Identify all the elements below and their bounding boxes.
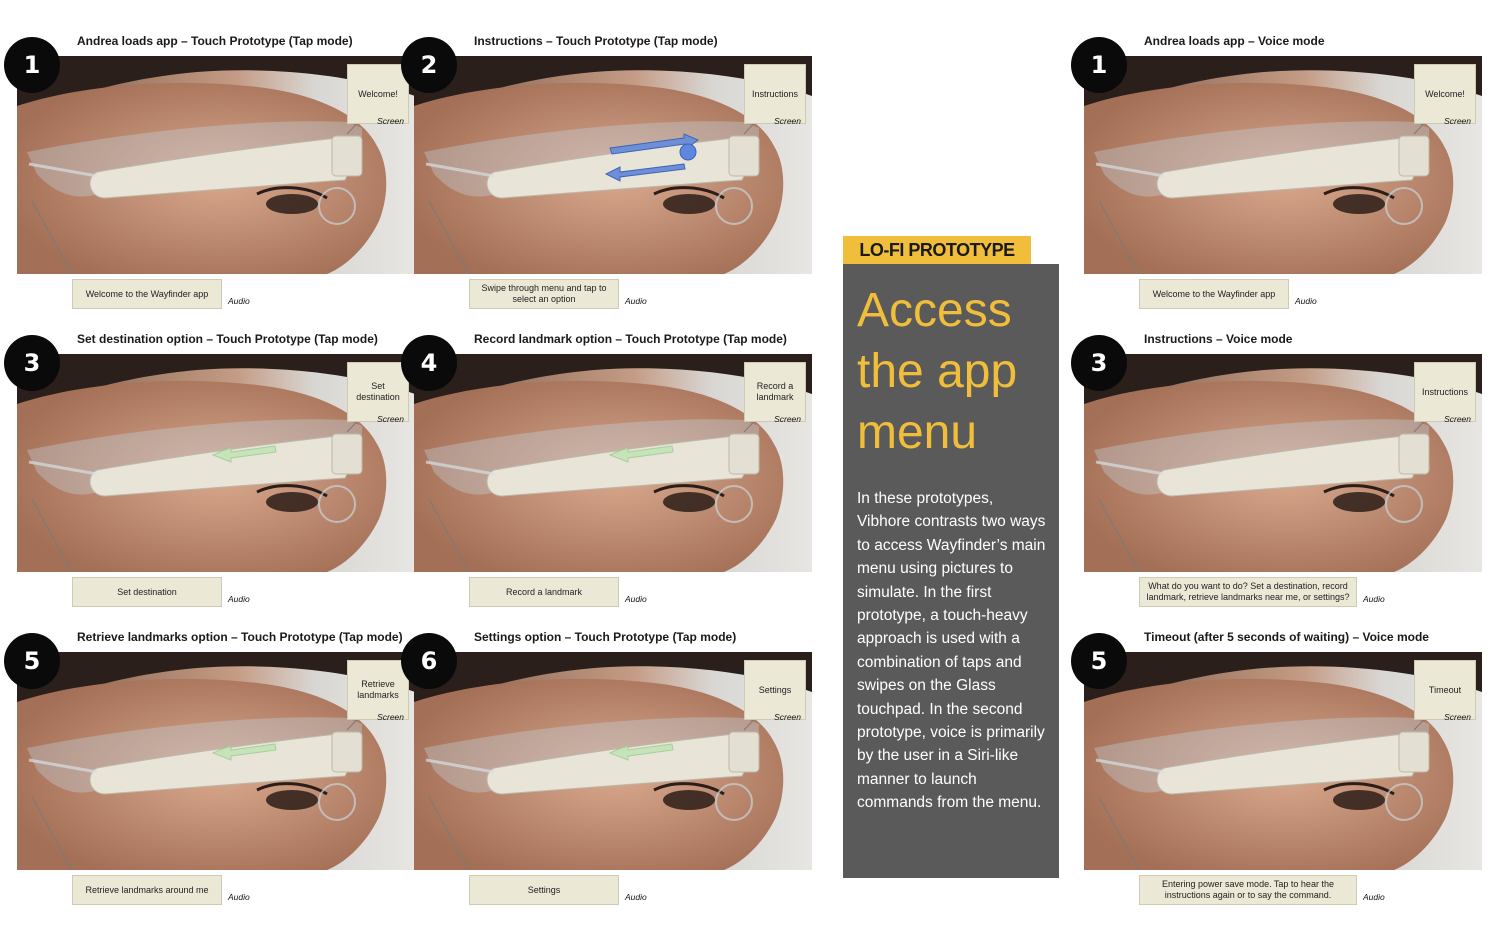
storyboard-panel-touch-4: Record landmark option – Touch Prototype… bbox=[401, 332, 812, 624]
panel-title: Andrea loads app – Voice mode bbox=[1144, 34, 1325, 48]
tap-gesture-icon bbox=[679, 143, 697, 161]
audio-prompt-box: What do you want to do? Set a destinatio… bbox=[1139, 577, 1357, 607]
audio-caption: Audio bbox=[1363, 892, 1385, 902]
screen-mockup-box: Settings bbox=[744, 660, 806, 720]
step-number-badge: 2 bbox=[401, 37, 457, 93]
screen-mockup-box: Timeout bbox=[1414, 660, 1476, 720]
step-number-badge: 5 bbox=[1071, 633, 1127, 689]
audio-caption: Audio bbox=[228, 296, 250, 306]
storyboard-panel-touch-3: Set destination option – Touch Prototype… bbox=[4, 332, 415, 624]
audio-caption: Audio bbox=[1295, 296, 1317, 306]
audio-prompt-box: Welcome to the Wayfinder app bbox=[1139, 279, 1289, 309]
panel-title: Instructions – Touch Prototype (Tap mode… bbox=[474, 34, 718, 48]
screen-caption: Screen bbox=[377, 414, 404, 424]
audio-caption: Audio bbox=[625, 296, 647, 306]
panel-title: Retrieve landmarks option – Touch Protot… bbox=[77, 630, 403, 644]
screen-caption: Screen bbox=[774, 712, 801, 722]
screen-caption: Screen bbox=[774, 116, 801, 126]
screen-caption: Screen bbox=[377, 116, 404, 126]
screen-caption: Screen bbox=[1444, 116, 1471, 126]
panel-title: Record landmark option – Touch Prototype… bbox=[474, 332, 787, 346]
step-number-badge: 3 bbox=[4, 335, 60, 391]
screen-mockup-box: Retrieve landmarks bbox=[347, 660, 409, 720]
audio-caption: Audio bbox=[625, 594, 647, 604]
screen-caption: Screen bbox=[1444, 712, 1471, 722]
panel-title: Set destination option – Touch Prototype… bbox=[77, 332, 378, 346]
audio-caption: Audio bbox=[228, 594, 250, 604]
audio-caption: Audio bbox=[228, 892, 250, 902]
audio-caption: Audio bbox=[625, 892, 647, 902]
step-number-badge: 3 bbox=[1071, 335, 1127, 391]
panel-title: Andrea loads app – Touch Prototype (Tap … bbox=[77, 34, 353, 48]
step-number-badge: 4 bbox=[401, 335, 457, 391]
screen-mockup-box: Set destination bbox=[347, 362, 409, 422]
storyboard-panel-touch-6: Settings option – Touch Prototype (Tap m… bbox=[401, 630, 812, 922]
lofi-prototype-card: LO-FI PROTOTYPE Access the app menu In t… bbox=[843, 236, 1059, 878]
screen-mockup-box: Instructions bbox=[744, 64, 806, 124]
card-body: Access the app menu In these prototypes,… bbox=[843, 264, 1059, 878]
screen-caption: Screen bbox=[377, 712, 404, 722]
card-title: Access the app menu bbox=[857, 284, 1018, 459]
screen-mockup-box: Instructions bbox=[1414, 362, 1476, 422]
step-number-badge: 6 bbox=[401, 633, 457, 689]
storyboard-panel-touch-1: Andrea loads app – Touch Prototype (Tap … bbox=[4, 34, 415, 326]
card-description: In these prototypes, Vibhore contrasts t… bbox=[857, 490, 1046, 812]
storyboard-panel-voice-3: Instructions – Voice mode 3 Instructions… bbox=[1071, 332, 1482, 624]
panel-title: Timeout (after 5 seconds of waiting) – V… bbox=[1144, 630, 1429, 644]
audio-prompt-box: Swipe through menu and tap to select an … bbox=[469, 279, 619, 309]
audio-caption: Audio bbox=[1363, 594, 1385, 604]
section-label: LO-FI PROTOTYPE bbox=[843, 236, 1031, 264]
storyboard-panel-voice-5: Timeout (after 5 seconds of waiting) – V… bbox=[1071, 630, 1482, 922]
panel-title: Instructions – Voice mode bbox=[1144, 332, 1293, 346]
screen-caption: Screen bbox=[1444, 414, 1471, 424]
audio-prompt-box: Entering power save mode. Tap to hear th… bbox=[1139, 875, 1357, 905]
audio-prompt-box: Welcome to the Wayfinder app bbox=[72, 279, 222, 309]
panel-title: Settings option – Touch Prototype (Tap m… bbox=[474, 630, 737, 644]
screen-mockup-box: Welcome! bbox=[1414, 64, 1476, 124]
step-number-badge: 1 bbox=[1071, 37, 1127, 93]
screen-caption: Screen bbox=[774, 414, 801, 424]
step-number-badge: 1 bbox=[4, 37, 60, 93]
storyboard-panel-touch-2: Instructions – Touch Prototype (Tap mode… bbox=[401, 34, 812, 326]
audio-prompt-box: Retrieve landmarks around me bbox=[72, 875, 222, 905]
audio-prompt-box: Set destination bbox=[72, 577, 222, 607]
screen-mockup-box: Welcome! bbox=[347, 64, 409, 124]
step-number-badge: 5 bbox=[4, 633, 60, 689]
audio-prompt-box: Record a landmark bbox=[469, 577, 619, 607]
storyboard-panel-touch-5: Retrieve landmarks option – Touch Protot… bbox=[4, 630, 415, 922]
audio-prompt-box: Settings bbox=[469, 875, 619, 905]
storyboard-panel-voice-1: Andrea loads app – Voice mode 1 Welcome!… bbox=[1071, 34, 1482, 326]
screen-mockup-box: Record a landmark bbox=[744, 362, 806, 422]
